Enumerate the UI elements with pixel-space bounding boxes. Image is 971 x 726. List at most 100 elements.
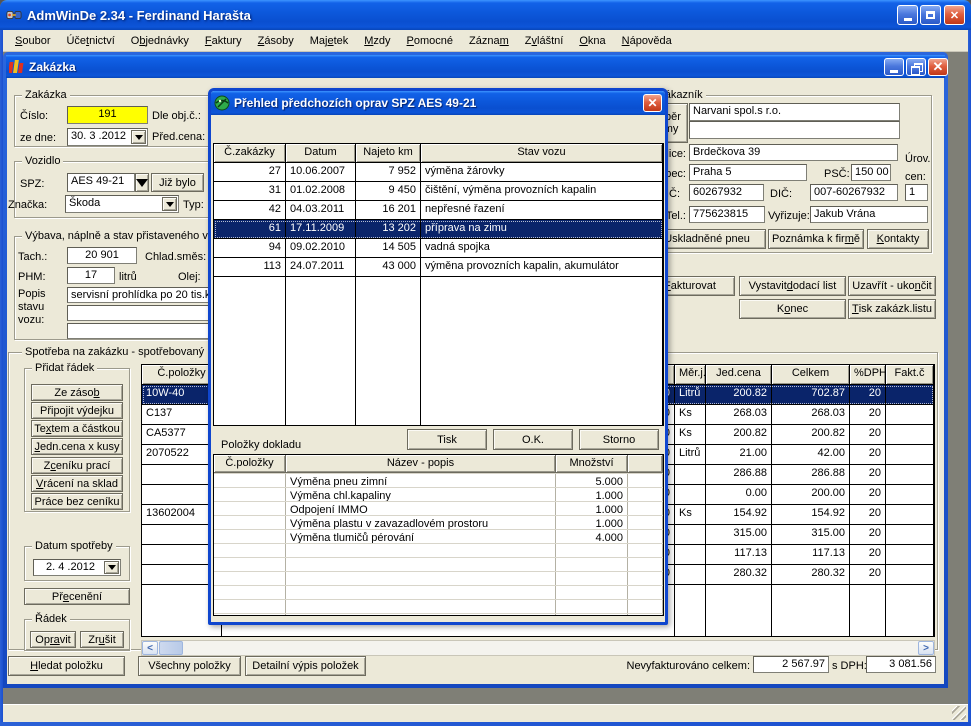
- menu-item[interactable]: Záznam: [461, 30, 517, 52]
- chevron-down-icon[interactable]: [162, 197, 177, 211]
- app-minimize-button[interactable]: [897, 5, 918, 25]
- vat-id-field[interactable]: 007-60267932: [810, 184, 898, 201]
- condition-field-1[interactable]: servisní prohlídka po 20 tis.km: [67, 287, 213, 303]
- menu-item[interactable]: Soubor: [7, 30, 58, 52]
- child-restore-button[interactable]: [906, 58, 926, 76]
- chevron-down-icon[interactable]: [104, 561, 119, 574]
- table-row[interactable]: Odpojení IMMO1.000: [214, 502, 663, 516]
- handled-by-field[interactable]: Jakub Vrána: [810, 206, 928, 223]
- add-row-button[interactable]: Ze zásob: [31, 384, 123, 401]
- brand-combobox[interactable]: Škoda: [65, 195, 179, 213]
- child-minimize-button[interactable]: [884, 58, 904, 76]
- column-header[interactable]: Množství: [556, 455, 628, 473]
- find-item-button[interactable]: Hledat položku: [8, 656, 125, 676]
- items-table-scrollbar[interactable]: < >: [141, 640, 935, 656]
- menu-item[interactable]: Faktury: [197, 30, 250, 52]
- edit-row-button[interactable]: Opravit: [30, 631, 76, 648]
- spz-dropdown-button[interactable]: [135, 173, 149, 192]
- table-row[interactable]: 6117.11.200913 202příprava na zimu: [214, 220, 663, 239]
- add-row-button[interactable]: Připojit výdejku: [31, 402, 123, 419]
- resize-grip-icon[interactable]: [952, 706, 966, 720]
- table-row[interactable]: Výměna plastu v zavazadlovém prostoru1.0…: [214, 516, 663, 530]
- chevron-down-icon[interactable]: [131, 130, 146, 144]
- column-header[interactable]: Stav vozu: [421, 144, 663, 162]
- already-serviced-button[interactable]: Již bylo: [151, 173, 204, 192]
- contacts-button[interactable]: Kontakty: [867, 229, 929, 249]
- company-name-field[interactable]: Narvani spol.s r.o.: [689, 103, 900, 121]
- fuel-field[interactable]: 17: [67, 267, 115, 284]
- table-row[interactable]: 9409.02.201014 505vadná spojka: [214, 239, 663, 258]
- scroll-left-button[interactable]: <: [142, 641, 158, 655]
- table-row[interactable]: Výměna chl.kapaliny1.000: [214, 488, 663, 502]
- city-field[interactable]: Praha 5: [689, 164, 807, 181]
- table-row[interactable]: 11324.07.201143 000výměna provozních kap…: [214, 258, 663, 277]
- ok-button[interactable]: O.K.: [493, 429, 573, 450]
- doc-items-table[interactable]: Č.položkyNázev - popisMnožstvíVýměna pne…: [213, 454, 664, 616]
- phone-field[interactable]: 775623815: [689, 206, 765, 223]
- condition-field-2[interactable]: [67, 305, 213, 321]
- end-button[interactable]: Konec: [739, 299, 846, 319]
- consumption-date-combobox[interactable]: 2. 4 .2012: [33, 559, 121, 576]
- app-close-button[interactable]: ✕: [944, 5, 965, 25]
- menu-item[interactable]: Mzdy: [356, 30, 398, 52]
- close-finish-button[interactable]: Uzavřít - ukončit: [848, 276, 936, 296]
- order-date-combobox[interactable]: 30. 3 .2012: [67, 128, 148, 146]
- add-row-button[interactable]: Textem a částkou: [31, 420, 123, 437]
- menu-item[interactable]: Zvláštní: [517, 30, 572, 52]
- table-row[interactable]: 4204.03.201116 201nepřesné řazení: [214, 201, 663, 220]
- add-row-button[interactable]: Jedn.cena x kusy: [31, 438, 123, 455]
- price-level-field[interactable]: 1: [905, 184, 928, 201]
- table-row[interactable]: [214, 558, 663, 572]
- company-id-field[interactable]: 60267932: [689, 184, 764, 201]
- scroll-right-button[interactable]: >: [918, 641, 934, 655]
- add-row-button[interactable]: Z ceníku prací: [31, 457, 123, 474]
- column-header[interactable]: Datum: [286, 144, 356, 162]
- column-header[interactable]: Celkem: [772, 365, 850, 384]
- table-row[interactable]: Výměna pneu zimní5.000: [214, 474, 663, 488]
- menu-item[interactable]: Pomocné: [399, 30, 461, 52]
- order-number-field[interactable]: 191: [67, 106, 148, 124]
- column-header[interactable]: %DPH: [850, 365, 886, 384]
- menu-item[interactable]: Majetek: [302, 30, 357, 52]
- table-row[interactable]: 2710.06.20077 952výměna žárovky: [214, 163, 663, 182]
- street-field[interactable]: Brdečkova 39: [689, 144, 898, 161]
- menu-item[interactable]: Nápověda: [614, 30, 680, 52]
- company-name2-field[interactable]: [689, 121, 900, 139]
- scrollbar-thumb[interactable]: [159, 641, 183, 655]
- add-row-button[interactable]: Vrácení na sklad: [31, 475, 123, 492]
- child-close-button[interactable]: ✕: [928, 58, 948, 76]
- menu-item[interactable]: Okna: [571, 30, 613, 52]
- table-row[interactable]: [214, 586, 663, 600]
- repairs-history-table[interactable]: Č.zakázkyDatumNajeto kmStav vozu2710.06.…: [213, 143, 664, 426]
- menu-item[interactable]: Objednávky: [123, 30, 197, 52]
- print-button[interactable]: Tisk: [407, 429, 487, 450]
- column-header[interactable]: Č.položky: [214, 455, 286, 473]
- menu-item[interactable]: Zásoby: [250, 30, 302, 52]
- reprice-button[interactable]: Přecenění: [24, 588, 130, 605]
- menu-item[interactable]: Účetnictví: [58, 30, 122, 52]
- column-header[interactable]: Název - popis: [286, 455, 556, 473]
- table-row[interactable]: [214, 544, 663, 558]
- dialog-close-button[interactable]: ✕: [643, 94, 662, 112]
- column-header[interactable]: Č.zakázky: [214, 144, 286, 162]
- zip-field[interactable]: 150 00: [851, 164, 891, 181]
- app-maximize-button[interactable]: [920, 5, 941, 25]
- delete-row-button[interactable]: Zrušit: [80, 631, 124, 648]
- cancel-button[interactable]: Storno: [579, 429, 659, 450]
- company-note-button[interactable]: Poznámka k firmě: [768, 229, 864, 249]
- table-row[interactable]: [214, 600, 663, 614]
- condition-field-3[interactable]: [67, 323, 213, 339]
- print-order-sheet-button[interactable]: Tisk zakázk.listu: [848, 299, 936, 319]
- column-header[interactable]: Najeto km: [356, 144, 421, 162]
- add-row-button[interactable]: Práce bez ceníku: [31, 493, 123, 510]
- detailed-list-button[interactable]: Detailní výpis položek: [245, 656, 366, 676]
- column-header[interactable]: Měr.j.: [675, 365, 706, 384]
- delivery-note-button[interactable]: Vystavit dodací list: [739, 276, 846, 296]
- column-header[interactable]: Jed.cena: [706, 365, 772, 384]
- all-items-button[interactable]: Všechny položky: [138, 656, 241, 676]
- column-header[interactable]: Fakt.č: [886, 365, 934, 384]
- spz-field[interactable]: AES 49-21: [67, 173, 135, 192]
- column-header[interactable]: [628, 455, 663, 473]
- table-row[interactable]: [214, 572, 663, 586]
- odometer-field[interactable]: 20 901: [67, 247, 137, 264]
